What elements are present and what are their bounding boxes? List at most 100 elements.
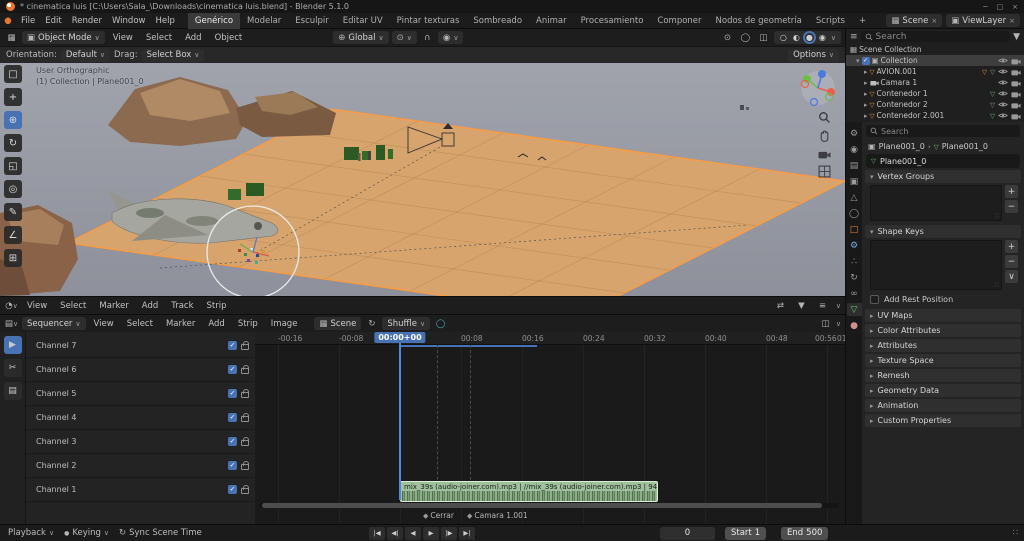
channel-row-3[interactable]: Channel 3 ✓ bbox=[26, 430, 255, 454]
vp-menu-select[interactable]: Select bbox=[141, 33, 177, 43]
sync-scene-time-toggle[interactable]: ↻ Sync Scene Time bbox=[119, 528, 202, 538]
options-dropdown[interactable]: Options ∨ bbox=[788, 48, 839, 62]
menu-window[interactable]: Window bbox=[107, 16, 151, 26]
playback-sync-button[interactable]: ⇄ bbox=[773, 299, 788, 312]
channel-lock-icon[interactable] bbox=[241, 365, 249, 374]
data-name-field[interactable]: ▽ Plane001_0 bbox=[866, 154, 1020, 168]
channel-enable-checkbox[interactable]: ✓ bbox=[228, 413, 237, 422]
vp-menu-add[interactable]: Add bbox=[180, 33, 206, 43]
scene-selector[interactable]: ▦ Scene × bbox=[886, 14, 943, 27]
seq-menu-marker[interactable]: Marker bbox=[161, 319, 200, 329]
seq-tool-blade[interactable]: ✂ bbox=[3, 359, 22, 377]
panel-shape-keys[interactable]: ▾ Shape Keys bbox=[865, 225, 1021, 238]
overlays-toggle-button[interactable]: ◯ bbox=[738, 31, 753, 44]
channel-enable-checkbox[interactable]: ✓ bbox=[228, 389, 237, 398]
resize-grip-icon[interactable]: ∷ bbox=[995, 212, 999, 220]
scrollbar-thumb[interactable] bbox=[262, 503, 822, 508]
shading-rendered-button[interactable]: ◉ bbox=[818, 33, 827, 42]
timeline-marker-camara[interactable]: ◆ Camara 1.001 bbox=[467, 511, 528, 520]
timeline-ruler[interactable]: -00:16 -00:08 00:08 00:16 00:24 00:32 00… bbox=[255, 332, 845, 345]
tab-material[interactable]: ● bbox=[847, 319, 862, 332]
playhead[interactable] bbox=[399, 332, 401, 500]
outliner-editor-icon[interactable]: ≡ bbox=[850, 32, 858, 42]
seq-tool-select[interactable]: ▶ bbox=[3, 336, 22, 354]
channel-enable-checkbox[interactable]: ✓ bbox=[228, 341, 237, 350]
tool-annotate[interactable]: ✎ bbox=[4, 203, 22, 221]
ds-menu-track[interactable]: Track bbox=[166, 301, 198, 311]
tool-cursor[interactable]: + bbox=[4, 88, 22, 106]
transform-orientation-selector[interactable]: ⊕ Global ∨ bbox=[333, 31, 389, 44]
tab-tool[interactable]: ⚙ bbox=[847, 127, 862, 140]
ds-menu-marker[interactable]: Marker bbox=[94, 301, 133, 311]
hide-eye-icon[interactable] bbox=[998, 101, 1008, 108]
outliner-row-avion[interactable]: ▸ ▽ AVION.001 ▽ ▽ bbox=[846, 66, 1024, 77]
minimize-button[interactable]: ─ bbox=[983, 3, 987, 11]
blender-menu-icon[interactable]: ● bbox=[0, 16, 16, 26]
channel-enable-checkbox[interactable]: ✓ bbox=[228, 437, 237, 446]
seq-menu-image[interactable]: Image bbox=[266, 319, 303, 329]
workspace-tab-sombreado[interactable]: Sombreado bbox=[466, 13, 529, 29]
menu-edit[interactable]: Edit bbox=[40, 16, 66, 26]
camera-view-icon[interactable] bbox=[818, 149, 831, 159]
filter-icon[interactable]: ▼ bbox=[1013, 32, 1020, 42]
add-rest-position-row[interactable]: Add Rest Position bbox=[870, 295, 1016, 304]
tab-object-data[interactable]: ▽ bbox=[846, 303, 862, 316]
audio-strip[interactable]: mix_39s (audio-joiner.com).mp3 | //mix_3… bbox=[400, 481, 658, 502]
workspace-tab-modelar[interactable]: Modelar bbox=[240, 13, 288, 29]
maximize-button[interactable]: □ bbox=[997, 3, 1004, 11]
orientation-setting-selector[interactable]: Default ∨ bbox=[60, 48, 111, 62]
disable-render-icon[interactable] bbox=[1011, 112, 1021, 120]
jump-to-start-button[interactable]: |◀ bbox=[369, 526, 385, 540]
seq-menu-view[interactable]: View bbox=[89, 319, 119, 329]
channel-row-6[interactable]: Channel 6 ✓ bbox=[26, 358, 255, 382]
expand-icon[interactable]: ▸ bbox=[864, 79, 868, 87]
add-vertex-group-button[interactable]: + bbox=[1005, 185, 1018, 198]
tool-rotate[interactable]: ↻ bbox=[4, 134, 22, 152]
tool-add-cube[interactable]: ⊞ bbox=[4, 249, 22, 267]
channel-row-5[interactable]: Channel 5 ✓ bbox=[26, 382, 255, 406]
workspace-tab-esculpir[interactable]: Esculpir bbox=[288, 13, 335, 29]
seq-view-options-button[interactable]: ◫ bbox=[818, 317, 833, 330]
shape-key-specials-button[interactable]: ∨ bbox=[1005, 270, 1018, 283]
outliner-row-scene-collection[interactable]: ▦ Scene Collection bbox=[846, 44, 1024, 55]
tool-measure[interactable]: ∠ bbox=[4, 226, 22, 244]
properties-search-input[interactable]: Search bbox=[866, 125, 1020, 137]
overlay-toggle-button[interactable]: ◯ bbox=[433, 317, 448, 330]
proportional-editing-selector[interactable]: ◉ ∨ bbox=[437, 31, 464, 44]
disable-render-icon[interactable] bbox=[1011, 101, 1021, 109]
outliner-row-contenedor-2-001[interactable]: ▸ ▽ Contenedor 2.001 ▽ bbox=[846, 110, 1024, 121]
workspace-tab-nodos-geometria[interactable]: Nodos de geometría bbox=[709, 13, 809, 29]
panel-animation[interactable]: ▸ Animation bbox=[865, 399, 1021, 412]
ortho-grid-icon[interactable] bbox=[818, 165, 831, 178]
tab-view-layer[interactable]: ▣ bbox=[847, 175, 862, 188]
distant-object[interactable] bbox=[740, 105, 749, 110]
expand-icon[interactable]: ▸ bbox=[864, 101, 868, 109]
hide-eye-icon[interactable] bbox=[998, 90, 1008, 97]
workspace-tab-scripts[interactable]: Scripts bbox=[809, 13, 852, 29]
tool-select-box[interactable]: □ bbox=[4, 65, 22, 83]
panel-texture-space[interactable]: ▸ Texture Space bbox=[865, 354, 1021, 367]
vp-menu-object[interactable]: Object bbox=[210, 33, 248, 43]
tool-scale[interactable]: ◱ bbox=[4, 157, 22, 175]
workspace-tab-componer[interactable]: Componer bbox=[650, 13, 708, 29]
shading-material-button[interactable]: ● bbox=[805, 33, 814, 42]
timeline-marker-cerrar[interactable]: ◆ Cerrar bbox=[423, 511, 454, 520]
seq-tool-sample[interactable]: ▤ bbox=[3, 382, 22, 400]
viewlayer-selector[interactable]: ▣ ViewLayer × bbox=[946, 14, 1020, 27]
vp-menu-view[interactable]: View bbox=[108, 33, 138, 43]
expand-icon[interactable]: ▸ bbox=[864, 68, 868, 76]
tab-output[interactable]: ▤ bbox=[847, 159, 862, 172]
outliner-row-collection[interactable]: ▾ ✓ ▣ Collection bbox=[846, 55, 1024, 66]
mode-selector[interactable]: ▣ Object Mode ∨ bbox=[22, 31, 105, 44]
channel-row-1[interactable]: Channel 1 ✓ bbox=[26, 478, 255, 502]
dopesheet-menu-button[interactable]: ≡ bbox=[815, 299, 830, 312]
tab-object[interactable]: □ bbox=[847, 223, 862, 236]
frame-end-field[interactable]: End 500 bbox=[781, 526, 829, 540]
gizmos-toggle-button[interactable]: ⊙ bbox=[720, 31, 735, 44]
close-button[interactable]: × bbox=[1012, 3, 1018, 11]
unlink-viewlayer-icon[interactable]: × bbox=[1009, 17, 1015, 25]
panel-uv-maps[interactable]: ▸ UV Maps bbox=[865, 309, 1021, 322]
hide-eye-icon[interactable] bbox=[998, 68, 1008, 75]
play-reverse-button[interactable]: ◀ bbox=[405, 526, 421, 540]
shading-wireframe-button[interactable]: ○ bbox=[779, 33, 788, 42]
